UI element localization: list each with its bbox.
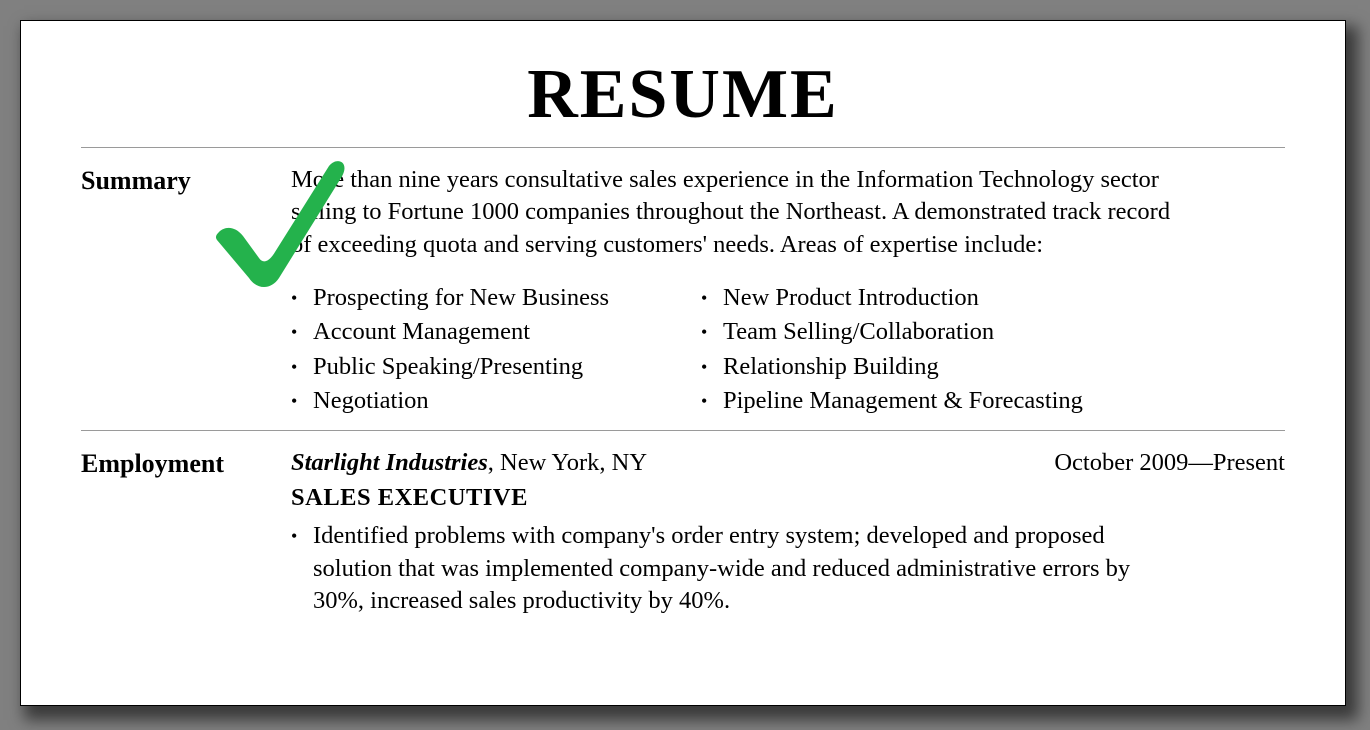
expertise-columns: Prospecting for New Business Account Man… bbox=[291, 281, 1285, 418]
section-summary: Summary More than nine years consultativ… bbox=[81, 158, 1285, 418]
expertise-item: New Product Introduction bbox=[701, 281, 1083, 315]
employment-role: SALES EXECUTIVE bbox=[291, 482, 1285, 514]
employment-body: Starlight Industries, New York, NY Octob… bbox=[291, 447, 1285, 618]
section-employment: Employment Starlight Industries, New Yor… bbox=[81, 441, 1285, 618]
employment-header-row: Starlight Industries, New York, NY Octob… bbox=[291, 447, 1285, 479]
divider bbox=[81, 147, 1285, 148]
summary-label-text: Summary bbox=[81, 166, 191, 195]
document-title: RESUME bbox=[81, 55, 1285, 135]
expertise-item: Team Selling/Collaboration bbox=[701, 315, 1083, 349]
employment-location: , New York, NY bbox=[488, 449, 647, 476]
divider bbox=[81, 430, 1285, 431]
summary-body: More than nine years consultative sales … bbox=[291, 164, 1285, 418]
expertise-list-left: Prospecting for New Business Account Man… bbox=[291, 281, 691, 418]
expertise-item: Pipeline Management & Forecasting bbox=[701, 384, 1083, 418]
employment-dates: October 2009—Present bbox=[1054, 447, 1285, 479]
expertise-item: Account Management bbox=[291, 315, 691, 349]
summary-text: More than nine years consultative sales … bbox=[291, 164, 1181, 261]
expertise-list-right: New Product Introduction Team Selling/Co… bbox=[701, 281, 1083, 418]
employment-company: Starlight Industries bbox=[291, 449, 488, 476]
employment-bullet: Identified problems with company's order… bbox=[291, 520, 1133, 618]
employment-company-line: Starlight Industries, New York, NY bbox=[291, 447, 647, 479]
expertise-item: Negotiation bbox=[291, 384, 691, 418]
expertise-item: Prospecting for New Business bbox=[291, 281, 691, 315]
employment-bullets: Identified problems with company's order… bbox=[291, 520, 1285, 618]
expertise-item: Relationship Building bbox=[701, 350, 1083, 384]
section-label-employment: Employment bbox=[81, 447, 261, 618]
resume-card: RESUME Summary More than nine years cons… bbox=[20, 20, 1346, 706]
expertise-item: Public Speaking/Presenting bbox=[291, 350, 691, 384]
section-label-summary: Summary bbox=[81, 164, 261, 418]
